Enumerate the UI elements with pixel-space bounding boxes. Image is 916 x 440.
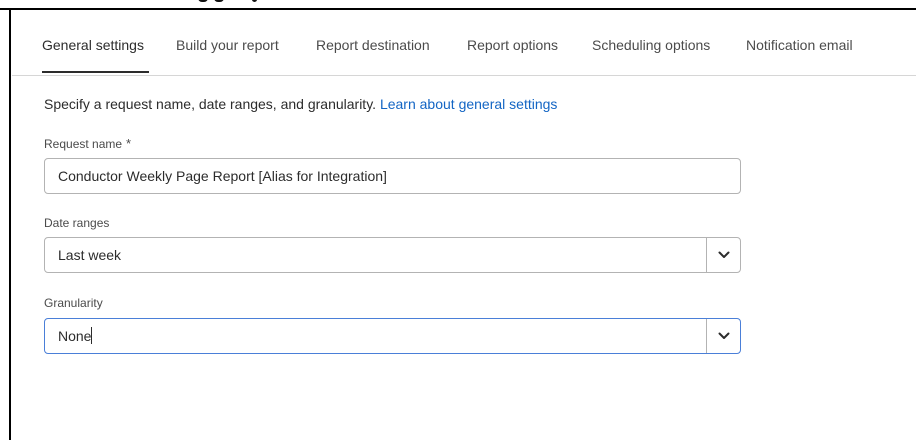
wizard-tab-bar: General settings Build your report Repor…	[12, 10, 916, 76]
cropped-heading-fragment	[194, 0, 284, 6]
general-settings-panel: General settings Build your report Repor…	[12, 10, 916, 440]
intro-text: Specify a request name, date ranges, and…	[44, 96, 557, 112]
chevron-down-icon	[718, 332, 729, 339]
date-ranges-label: Date ranges	[44, 216, 110, 230]
tab-report-destination[interactable]: Report destination	[316, 37, 430, 53]
granularity-value[interactable]: None	[45, 319, 705, 353]
date-ranges-dropdown-button[interactable]	[706, 238, 740, 272]
granularity-label: Granularity	[44, 296, 103, 310]
tab-general-settings[interactable]: General settings	[42, 37, 144, 53]
request-name-label-text: Request name	[44, 137, 123, 151]
required-indicator: *	[126, 136, 132, 151]
screenshot-frame: General settings Build your report Repor…	[0, 0, 916, 440]
intro-description: Specify a request name, date ranges, and…	[44, 96, 380, 112]
request-name-input[interactable]: Conductor Weekly Page Report [Alias for …	[44, 158, 741, 194]
active-tab-indicator	[42, 71, 149, 73]
window-left-border	[9, 8, 11, 440]
granularity-dropdown-button[interactable]	[706, 319, 740, 353]
date-ranges-combobox[interactable]: Last week	[44, 237, 741, 273]
tab-build-your-report[interactable]: Build your report	[176, 37, 279, 53]
tab-report-options[interactable]: Report options	[467, 37, 558, 53]
text-cursor	[91, 327, 93, 344]
tab-notification-email[interactable]: Notification email	[746, 37, 853, 53]
tab-scheduling-options[interactable]: Scheduling options	[592, 37, 710, 53]
request-name-label: Request name *	[44, 136, 131, 151]
learn-about-general-settings-link[interactable]: Learn about general settings	[380, 96, 557, 112]
chevron-down-icon	[718, 251, 729, 258]
date-ranges-value[interactable]: Last week	[45, 238, 705, 272]
granularity-combobox[interactable]: None	[44, 318, 741, 354]
granularity-value-text: None	[58, 328, 92, 344]
